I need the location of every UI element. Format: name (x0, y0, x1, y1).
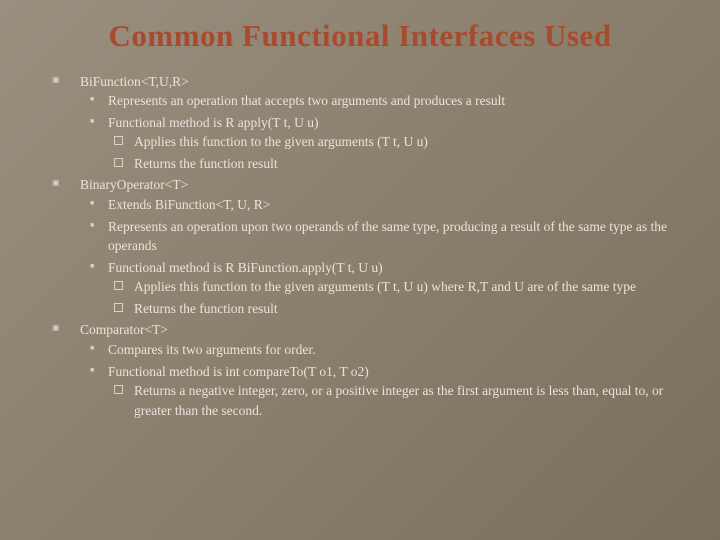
list-item-label: Functional method is int compareTo(T o1,… (108, 364, 369, 379)
list-item-label: Applies this function to the given argum… (134, 134, 428, 149)
list-item: Represents an operation that accepts two… (80, 91, 682, 111)
list-item: Extends BiFunction<T, U, R> (80, 195, 682, 215)
bullet-list: Compares its two arguments for order. Fun… (80, 340, 682, 420)
slide-content: BiFunction<T,U,R> Represents an operation… (38, 72, 682, 421)
list-item: BinaryOperator<T> Extends BiFunction<T, U… (38, 175, 682, 318)
list-item: Comparator<T> Compares its two arguments … (38, 320, 682, 420)
list-item-label: BinaryOperator<T> (80, 177, 188, 192)
list-item-label: Represents an operation that accepts two… (108, 93, 505, 108)
list-item: Applies this function to the given argum… (108, 132, 682, 152)
list-item: Functional method is int compareTo(T o1,… (80, 362, 682, 421)
list-item-label: Extends BiFunction<T, U, R> (108, 197, 270, 212)
list-item: Functional method is R apply(T t, U u) Ap… (80, 113, 682, 174)
list-item: Returns the function result (108, 154, 682, 174)
list-item: Returns the function result (108, 299, 682, 319)
list-item: Compares its two arguments for order. (80, 340, 682, 360)
bullet-list: Extends BiFunction<T, U, R> Represents an… (80, 195, 682, 318)
list-item-label: Compares its two arguments for order. (108, 342, 315, 357)
list-item-label: Returns the function result (134, 156, 278, 171)
bullet-list: Applies this function to the given argum… (108, 132, 682, 173)
list-item: Functional method is R BiFunction.apply(… (80, 258, 682, 319)
list-item-label: Represents an operation upon two operand… (108, 219, 667, 254)
list-item-label: Applies this function to the given argum… (134, 279, 636, 294)
bullet-list: Represents an operation that accepts two… (80, 91, 682, 173)
list-item-label: Functional method is R BiFunction.apply(… (108, 260, 383, 275)
list-item: Returns a negative integer, zero, or a p… (108, 381, 682, 420)
list-item-label: Functional method is R apply(T t, U u) (108, 115, 318, 130)
list-item-label: Returns the function result (134, 301, 278, 316)
list-item: BiFunction<T,U,R> Represents an operation… (38, 72, 682, 174)
bullet-list: Returns a negative integer, zero, or a p… (108, 381, 682, 420)
list-item-label: Comparator<T> (80, 322, 168, 337)
bullet-list: BiFunction<T,U,R> Represents an operation… (38, 72, 682, 421)
list-item: Applies this function to the given argum… (108, 277, 682, 297)
bullet-list: Applies this function to the given argum… (108, 277, 682, 318)
slide-title: Common Functional Interfaces Used (38, 18, 682, 54)
list-item-label: Returns a negative integer, zero, or a p… (134, 383, 663, 418)
list-item-label: BiFunction<T,U,R> (80, 74, 189, 89)
list-item: Represents an operation upon two operand… (80, 217, 682, 256)
